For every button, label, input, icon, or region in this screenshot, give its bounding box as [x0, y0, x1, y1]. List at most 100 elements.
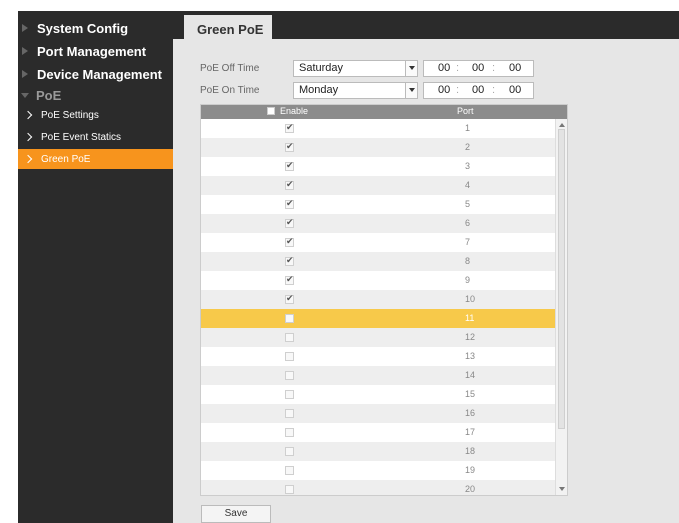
- minute-field[interactable]: 00: [472, 62, 484, 74]
- minute-field[interactable]: 00: [472, 84, 484, 96]
- enable-checkbox[interactable]: [285, 409, 294, 418]
- enable-checkbox[interactable]: [285, 293, 294, 304]
- enable-checkbox[interactable]: [285, 371, 294, 380]
- nav-sub-label: PoE Settings: [41, 109, 99, 121]
- table-row[interactable]: 12: [201, 328, 557, 347]
- enable-checkbox[interactable]: [285, 179, 294, 190]
- table-row[interactable]: 19: [201, 461, 557, 480]
- port-number: 2: [465, 142, 471, 152]
- table-row[interactable]: 5: [201, 195, 557, 214]
- table-row[interactable]: 13: [201, 347, 557, 366]
- table-body: 1234567891011121314151617181920: [201, 119, 557, 495]
- table-row[interactable]: 1: [201, 119, 557, 138]
- port-number: 13: [465, 351, 476, 361]
- port-number: 4: [465, 180, 471, 190]
- nav-poe-event-statics[interactable]: PoE Event Statics: [18, 127, 173, 147]
- scroll-thumb[interactable]: [558, 129, 565, 429]
- poe-on-time-label: PoE On Time: [200, 85, 260, 96]
- poe-off-day-select[interactable]: Saturday: [293, 60, 418, 77]
- table-row[interactable]: 18: [201, 442, 557, 461]
- port-number: 17: [465, 427, 476, 437]
- table-row[interactable]: 4: [201, 176, 557, 195]
- time-separator: :: [492, 62, 496, 74]
- save-button[interactable]: Save: [201, 505, 271, 523]
- tab-green-poe[interactable]: Green PoE: [184, 15, 272, 43]
- enable-checkbox[interactable]: [285, 333, 294, 342]
- poe-on-time-input[interactable]: 00 : 00 : 00: [423, 82, 534, 99]
- table-row[interactable]: 14: [201, 366, 557, 385]
- port-number: 5: [465, 199, 471, 209]
- table-row[interactable]: 9: [201, 271, 557, 290]
- sidebar: System Config Port Management Device Man…: [18, 11, 173, 523]
- enable-checkbox[interactable]: [285, 236, 294, 247]
- enable-checkbox[interactable]: [285, 352, 294, 361]
- hour-field[interactable]: 00: [438, 84, 450, 96]
- enable-checkbox[interactable]: [285, 198, 294, 209]
- table-row[interactable]: 8: [201, 252, 557, 271]
- poe-off-time-input[interactable]: 00 : 00 : 00: [423, 60, 534, 77]
- enable-checkbox[interactable]: [285, 217, 294, 228]
- nav-poe[interactable]: PoE: [18, 86, 173, 104]
- enable-checkbox[interactable]: [285, 141, 294, 152]
- port-number: 20: [465, 484, 476, 494]
- second-field[interactable]: 00: [509, 84, 521, 96]
- table-row[interactable]: 11: [201, 309, 557, 328]
- port-number: 19: [465, 465, 476, 475]
- enable-checkbox[interactable]: [285, 466, 294, 475]
- table-row[interactable]: 2: [201, 138, 557, 157]
- hour-field[interactable]: 00: [438, 62, 450, 74]
- chevron-right-icon: [23, 110, 33, 120]
- collapsed-arrow-icon: [22, 70, 28, 78]
- select-value: Saturday: [299, 62, 344, 74]
- poe-on-day-select[interactable]: Monday: [293, 82, 418, 99]
- nav-label: Port Management: [37, 43, 147, 59]
- nav-green-poe[interactable]: Green PoE: [18, 149, 173, 169]
- enable-checkbox[interactable]: [285, 314, 294, 323]
- enable-checkbox[interactable]: [285, 274, 294, 285]
- nav-device-management[interactable]: Device Management: [18, 65, 173, 83]
- port-number: 1: [465, 123, 471, 133]
- port-number: 11: [465, 313, 475, 323]
- table-row[interactable]: 15: [201, 385, 557, 404]
- table-row[interactable]: 10: [201, 290, 557, 309]
- header-enable-label: Enable: [280, 106, 309, 116]
- enable-checkbox[interactable]: [285, 255, 294, 266]
- enable-checkbox[interactable]: [285, 447, 294, 456]
- port-number: 10: [465, 294, 476, 304]
- enable-checkbox[interactable]: [285, 160, 294, 171]
- port-number: 8: [465, 256, 471, 266]
- scroll-down-icon[interactable]: [559, 487, 565, 491]
- nav-system-config[interactable]: System Config: [18, 19, 173, 37]
- port-table: Enable Port 1234567891011121314151617181…: [200, 104, 568, 496]
- table-row[interactable]: 16: [201, 404, 557, 423]
- table-scrollbar[interactable]: [555, 119, 567, 495]
- second-field[interactable]: 00: [509, 62, 521, 74]
- time-separator: :: [456, 84, 460, 96]
- table-row[interactable]: 3: [201, 157, 557, 176]
- nav-sub-label: PoE Event Statics: [41, 131, 122, 143]
- enable-checkbox[interactable]: [285, 428, 294, 437]
- table-row[interactable]: 7: [201, 233, 557, 252]
- nav-sub-label: Green PoE: [41, 153, 91, 165]
- select-all-checkbox[interactable]: [267, 107, 275, 115]
- nav-port-management[interactable]: Port Management: [18, 42, 173, 60]
- table-row[interactable]: 20: [201, 480, 557, 495]
- port-number: 12: [465, 332, 476, 342]
- enable-checkbox[interactable]: [285, 122, 294, 133]
- chevron-right-icon: [23, 154, 33, 164]
- port-number: 7: [465, 237, 471, 247]
- scroll-up-icon[interactable]: [559, 123, 565, 127]
- collapsed-arrow-icon: [22, 24, 28, 32]
- nav-poe-settings[interactable]: PoE Settings: [18, 105, 173, 125]
- header-enable[interactable]: Enable: [267, 106, 308, 116]
- dropdown-arrow-icon[interactable]: [405, 83, 417, 98]
- poe-off-time-label: PoE Off Time: [200, 63, 260, 74]
- table-row[interactable]: 6: [201, 214, 557, 233]
- port-number: 3: [465, 161, 471, 171]
- table-row[interactable]: 17: [201, 423, 557, 442]
- enable-checkbox[interactable]: [285, 485, 294, 494]
- port-number: 6: [465, 218, 471, 228]
- expanded-arrow-icon: [21, 92, 29, 98]
- enable-checkbox[interactable]: [285, 390, 294, 399]
- dropdown-arrow-icon[interactable]: [405, 61, 417, 76]
